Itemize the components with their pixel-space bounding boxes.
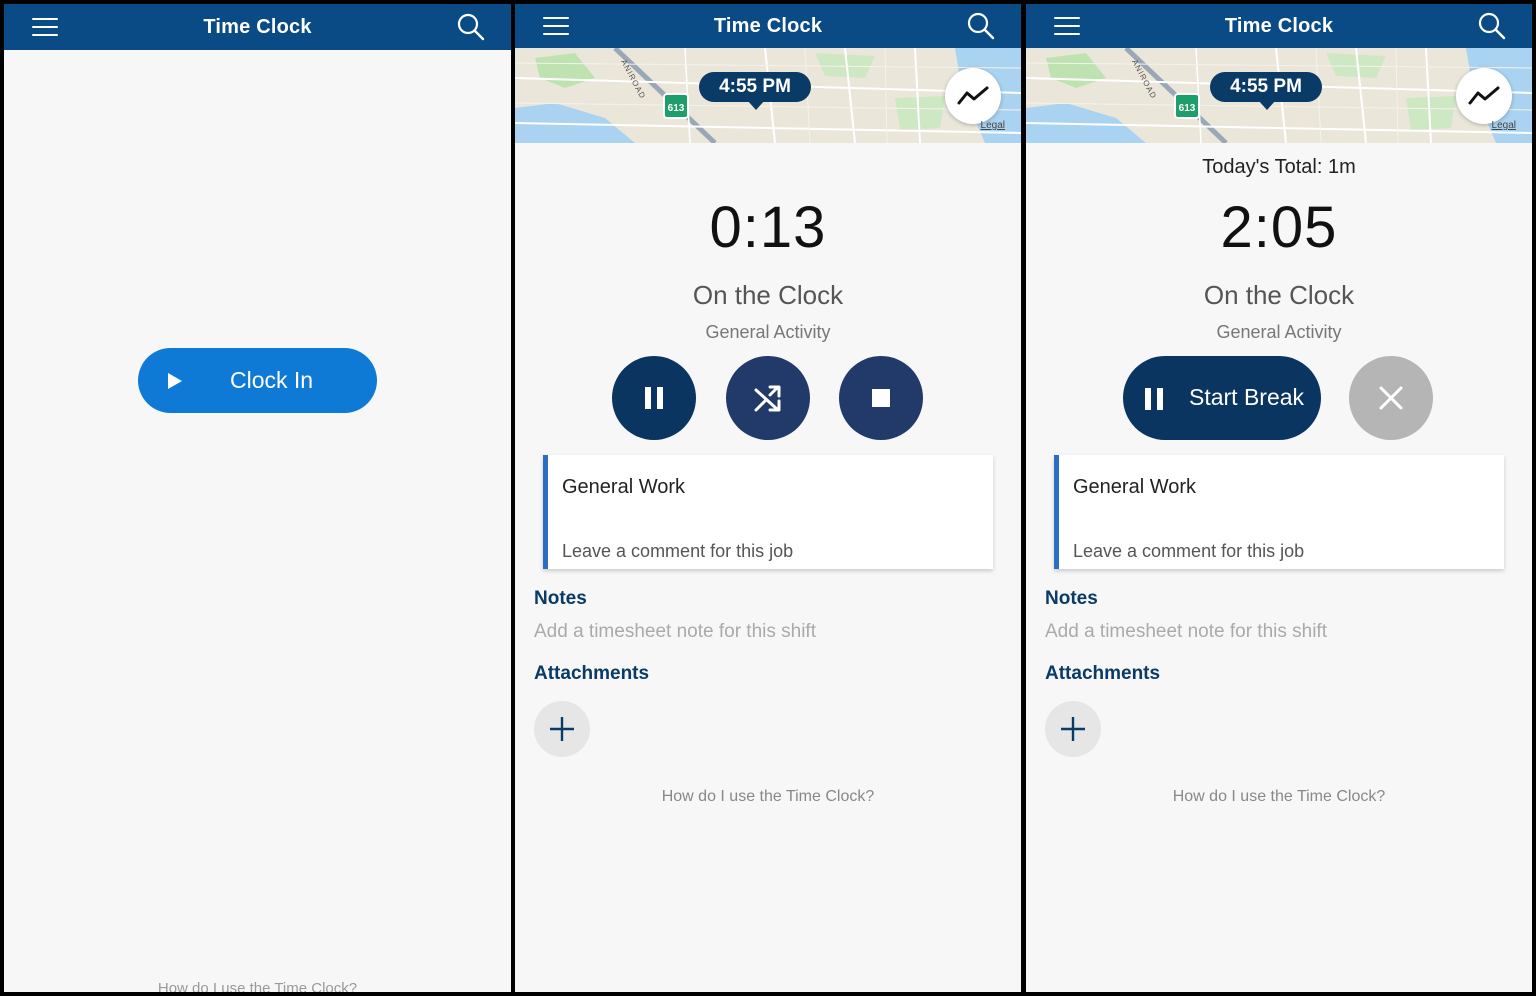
help-link[interactable]: How do I use the Time Clock? bbox=[1026, 788, 1532, 806]
app-bar: Time Clock bbox=[4, 4, 511, 50]
screen-on-clock-break: Time Clock ANIROAD 613 4:55 PM Legal Tod… bbox=[1026, 4, 1532, 992]
trend-icon bbox=[957, 86, 989, 105]
app-bar: Time Clock bbox=[1026, 4, 1532, 48]
map-legal-link[interactable]: Legal bbox=[1492, 120, 1516, 131]
job-card[interactable]: General Work Leave a comment for this jo… bbox=[543, 455, 993, 569]
route-badge: 613 bbox=[1174, 93, 1200, 119]
menu-icon[interactable] bbox=[543, 16, 569, 36]
attachments-label: Attachments bbox=[1045, 663, 1161, 684]
plus-icon bbox=[550, 717, 574, 741]
page-title: Time Clock bbox=[713, 14, 823, 37]
menu-icon[interactable] bbox=[32, 17, 58, 37]
help-link[interactable]: How do I use the Time Clock? bbox=[515, 788, 1021, 806]
timesheet-note-field[interactable]: Add a timesheet note for this shift bbox=[534, 621, 816, 643]
clock-in-button[interactable]: Clock In bbox=[138, 348, 377, 413]
job-title: General Work bbox=[1073, 476, 1197, 498]
pause-icon bbox=[645, 387, 663, 409]
screen-clocked-out: Time Clock Clock In How do I use the Tim… bbox=[4, 4, 511, 992]
page-title: Time Clock bbox=[1224, 14, 1334, 37]
help-link[interactable]: How do I use the Time Clock? bbox=[4, 980, 511, 992]
elapsed-timer: 2:05 bbox=[1220, 195, 1338, 260]
start-break-label: Start Break bbox=[1189, 384, 1305, 410]
screen-on-clock: Time Clock ANIROAD 613 4:55 PM Legal 0:1… bbox=[515, 4, 1021, 992]
start-break-button[interactable]: Start Break bbox=[1123, 356, 1321, 440]
shuffle-icon bbox=[754, 385, 781, 412]
map-time-label: 4:55 PM bbox=[1210, 72, 1322, 102]
add-attachment-button[interactable] bbox=[534, 701, 590, 757]
plus-icon bbox=[1061, 717, 1085, 741]
cancel-button[interactable] bbox=[1349, 356, 1433, 440]
elapsed-timer: 0:13 bbox=[709, 195, 827, 260]
activity-label: General Activity bbox=[705, 322, 831, 342]
menu-icon[interactable] bbox=[1054, 16, 1080, 36]
job-title: General Work bbox=[562, 476, 686, 498]
clock-status: On the Clock bbox=[692, 280, 844, 310]
notes-label: Notes bbox=[1045, 588, 1098, 609]
search-icon[interactable] bbox=[967, 12, 995, 40]
clock-in-label: Clock In bbox=[230, 367, 314, 393]
route-badge: 613 bbox=[663, 93, 689, 119]
play-icon bbox=[168, 373, 182, 389]
trend-button[interactable] bbox=[1456, 68, 1512, 124]
search-icon[interactable] bbox=[457, 13, 485, 41]
search-icon[interactable] bbox=[1478, 12, 1506, 40]
timesheet-note-field[interactable]: Add a timesheet note for this shift bbox=[1045, 621, 1327, 643]
job-comment-field[interactable]: Leave a comment for this job bbox=[1073, 541, 1304, 562]
page-title: Time Clock bbox=[203, 15, 312, 38]
map-legal-link[interactable]: Legal bbox=[981, 120, 1005, 131]
notes-label: Notes bbox=[534, 588, 587, 609]
location-map[interactable]: ANIROAD 613 4:55 PM Legal bbox=[1026, 48, 1532, 143]
close-icon bbox=[1379, 386, 1403, 410]
app-bar: Time Clock bbox=[515, 4, 1021, 48]
stop-icon bbox=[872, 389, 890, 407]
clock-status: On the Clock bbox=[1203, 280, 1355, 310]
location-map[interactable]: ANIROAD 613 4:55 PM Legal bbox=[515, 48, 1021, 143]
job-card[interactable]: General Work Leave a comment for this jo… bbox=[1054, 455, 1504, 569]
activity-label: General Activity bbox=[1216, 322, 1342, 342]
todays-total: Today's Total: 1m bbox=[1202, 156, 1356, 178]
add-attachment-button[interactable] bbox=[1045, 701, 1101, 757]
pause-button[interactable] bbox=[612, 356, 696, 440]
attachments-label: Attachments bbox=[534, 663, 650, 684]
map-time-label: 4:55 PM bbox=[699, 72, 811, 102]
job-comment-field[interactable]: Leave a comment for this job bbox=[562, 541, 793, 562]
stop-button[interactable] bbox=[839, 356, 923, 440]
trend-icon bbox=[1468, 86, 1500, 105]
pause-icon bbox=[1145, 388, 1163, 410]
trend-button[interactable] bbox=[945, 68, 1001, 124]
switch-job-button[interactable] bbox=[726, 356, 810, 440]
